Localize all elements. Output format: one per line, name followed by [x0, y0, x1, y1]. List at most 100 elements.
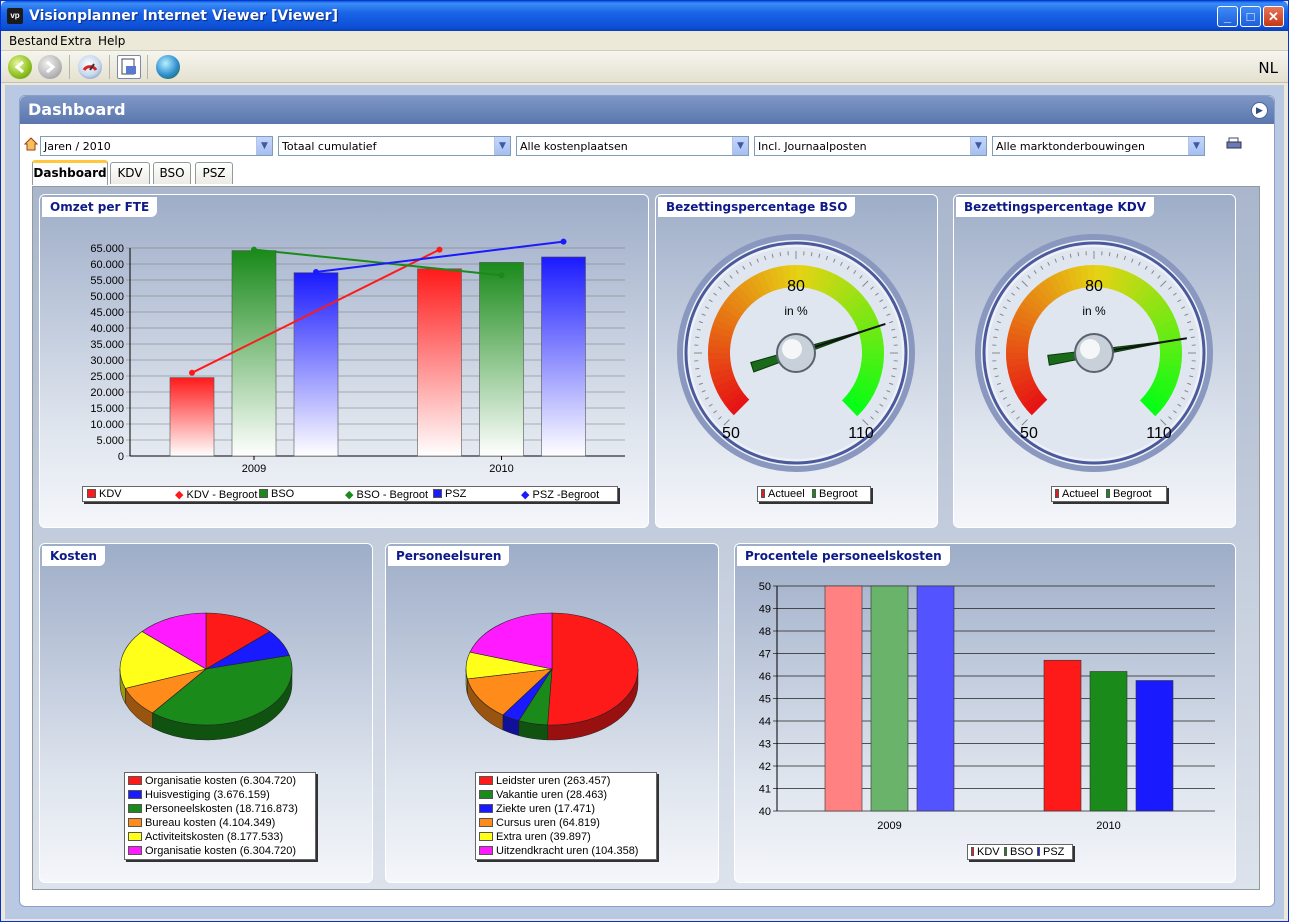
legend-swatch	[479, 846, 493, 855]
market-select-value: Alle marktonderbouwingen	[996, 140, 1145, 153]
gauge-tick	[1108, 252, 1111, 257]
forward-arrow-icon[interactable]	[38, 55, 62, 79]
dashboard-nav-icon[interactable]: ▶	[1251, 102, 1268, 119]
kosten-legend: Organisatie kosten (6.304.720) Huisvestig…	[124, 772, 316, 860]
y-tick-label: 45.000	[90, 307, 124, 319]
cumulative-select[interactable]: Totaal cumulatief ▼	[278, 136, 511, 156]
line-marker	[560, 238, 567, 245]
procentele-chart: 40 41 42 43 44 45 46 47 48 49 50 2009 2010	[759, 581, 1215, 832]
title-bar[interactable]: vp Visionplanner Internet Viewer [Viewer…	[1, 1, 1288, 31]
tab-psz[interactable]: PSZ	[195, 162, 233, 184]
omzet-chart: 0 5.000 10.000 15.000 20.000 25.000 30.000 35.0…	[90, 238, 625, 475]
maximize-button[interactable]: □	[1240, 6, 1261, 27]
tab-bso[interactable]: BSO	[153, 162, 191, 184]
gauge-unit-label: in %	[1082, 304, 1106, 318]
chevron-down-icon[interactable]: ▼	[494, 137, 510, 155]
bso-gauge-legend: Actueel Begroot	[757, 486, 871, 502]
procentele-panel: Procentele personeelskosten 40 41 42 43 44 45…	[734, 543, 1236, 883]
legend-item: Organisatie kosten (6.304.720)	[128, 845, 296, 857]
toolbar: NL	[1, 51, 1288, 83]
period-select[interactable]: Jaren / 2010 ▼	[40, 136, 273, 156]
legend-label: Personeelskosten (18.716.873)	[145, 803, 298, 815]
y-tick-label: 50	[759, 581, 771, 593]
chevron-down-icon[interactable]: ▼	[732, 137, 748, 155]
legend-swatch	[128, 832, 142, 841]
dashboard-gauge-icon[interactable]	[78, 55, 102, 79]
y-tick-label: 65.000	[90, 243, 124, 255]
bar-bso-2009	[870, 585, 909, 812]
menu-help[interactable]: Help	[98, 34, 125, 48]
omzet-legend: KDV ◆ KDV - Begroot BSO ◆ BSO - Begroot …	[82, 486, 618, 502]
x-tick-label: 2010	[1096, 820, 1120, 832]
personeelsuren-legend: Leidster uren (263.457) Vakantie uren (28…	[475, 772, 657, 860]
legend-item: Ziekte uren (17.471)	[479, 803, 595, 815]
gauge-scale-label: 80	[1085, 278, 1103, 295]
legend-item-kdv-begroot: ◆ KDV - Begroot	[175, 489, 258, 501]
home-icon[interactable]	[23, 137, 39, 151]
legend-swatch	[128, 776, 142, 785]
gauge-tick	[779, 252, 782, 257]
printer-icon[interactable]	[1226, 137, 1242, 151]
tab-kdv[interactable]: KDV	[110, 162, 150, 184]
legend-label: Extra uren (39.897)	[496, 831, 591, 843]
bar-bso-2009	[231, 250, 277, 457]
legend-item: Vakantie uren (28.463)	[479, 789, 607, 801]
app-icon: vp	[7, 8, 23, 24]
journal-select[interactable]: Incl. Journaalposten ▼	[754, 136, 987, 156]
y-tick-label: 15.000	[90, 403, 124, 415]
legend-item: Huisvestiging (3.676.159)	[128, 789, 270, 801]
cost-center-select[interactable]: Alle kostenplaatsen ▼	[516, 136, 749, 156]
kosten-pie	[119, 612, 293, 741]
y-tick-label: 43	[759, 739, 771, 751]
legend-swatch	[128, 790, 142, 799]
y-tick-label: 25.000	[90, 371, 124, 383]
back-arrow-icon[interactable]	[8, 55, 32, 79]
market-select[interactable]: Alle marktonderbouwingen ▼	[992, 136, 1205, 156]
bar-psz-2009	[293, 272, 339, 457]
gauge-tick	[1190, 336, 1195, 339]
procentele-legend: KDV BSO PSZ	[967, 844, 1073, 860]
menu-bar: Bestand Extra Help	[1, 31, 1288, 51]
bar-psz-2009	[916, 585, 955, 812]
chevron-down-icon[interactable]: ▼	[970, 137, 986, 155]
kosten-panel: Kosten Organisatie kosten (6.304.720) Hui…	[39, 543, 373, 883]
y-tick-label: 20.000	[90, 387, 124, 399]
bar-psz-2010	[1135, 680, 1174, 812]
y-tick-label: 40	[759, 806, 771, 818]
legend-swatch	[479, 804, 493, 813]
personeelsuren-panel: Personeelsuren Leidster uren (263.457) Va…	[385, 543, 719, 883]
y-tick-label: 50.000	[90, 291, 124, 303]
legend-swatch	[128, 804, 142, 813]
gauge-hub-highlight	[1080, 339, 1100, 359]
line-psz--begroot	[315, 240, 564, 273]
menu-bestand[interactable]: Bestand	[9, 34, 58, 48]
gauge-tick	[892, 367, 897, 370]
omzet-panel: Omzet per FTE 0 5.000 10.000 15.000 20.000 25…	[39, 194, 649, 528]
legend-item: Leidster uren (263.457)	[479, 775, 610, 787]
bar-kdv-2010	[417, 268, 462, 457]
chevron-down-icon[interactable]: ▼	[1188, 137, 1204, 155]
dashboard-tab-panel: Omzet per FTE 0 5.000 10.000 15.000 20.000 25…	[32, 186, 1260, 890]
journal-select-value: Incl. Journaalposten	[758, 140, 867, 153]
gauge-scale-label: 110	[848, 425, 874, 442]
bar-bso-2010	[479, 262, 524, 457]
kdv-gauge-panel: Bezettingspercentage KDV 50 80 110 in % Act…	[953, 194, 1236, 528]
chevron-down-icon[interactable]: ▼	[256, 137, 272, 155]
legend-label: Bureau kosten (4.104.349)	[145, 817, 276, 829]
legend-item-begroot: Begroot	[1106, 488, 1152, 500]
y-tick-label: 40.000	[90, 323, 124, 335]
language-indicator[interactable]: NL	[1258, 59, 1278, 77]
legend-item-psz-begroot: ◆ PSZ -Begroot	[521, 489, 600, 501]
print-preview-icon[interactable]	[117, 55, 141, 79]
close-button[interactable]: ✕	[1263, 6, 1284, 27]
gauge-scale-label: 80	[787, 278, 805, 295]
globe-vp-icon[interactable]	[156, 55, 180, 79]
y-tick-label: 42	[759, 761, 771, 773]
cost-center-select-value: Alle kostenplaatsen	[520, 140, 628, 153]
menu-extra[interactable]: Extra	[60, 34, 92, 48]
legend-swatch	[128, 818, 142, 827]
minimize-button[interactable]: _	[1217, 6, 1238, 27]
legend-item: Bureau kosten (4.104.349)	[128, 817, 275, 829]
tab-dashboard[interactable]: Dashboard	[32, 160, 108, 185]
legend-label: Uitzendkracht uren (104.358)	[496, 845, 639, 857]
